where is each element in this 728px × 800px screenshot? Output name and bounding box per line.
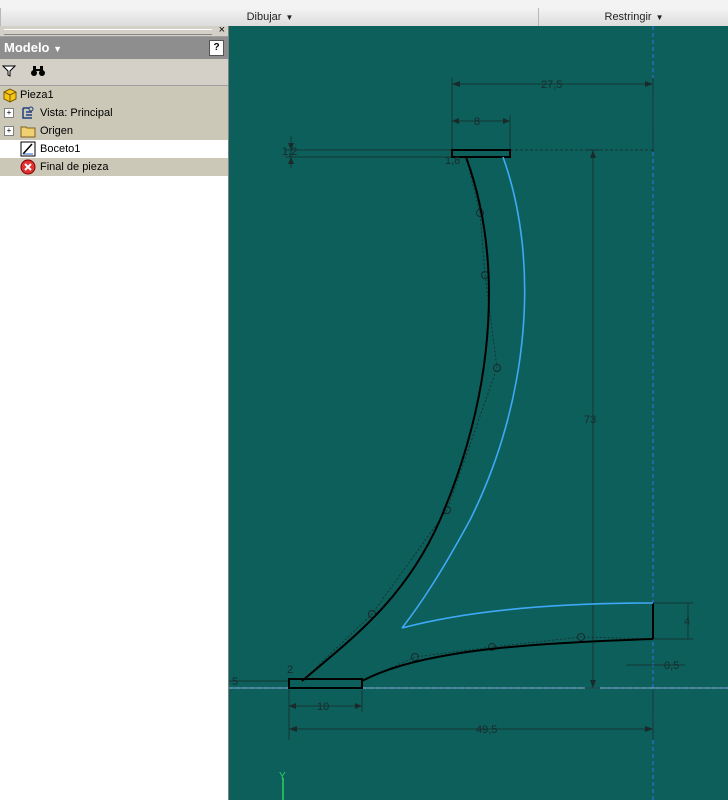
chevron-down-icon: ▼	[655, 13, 664, 22]
grip-lines	[4, 29, 212, 35]
chevron-down-icon: ▼	[53, 44, 63, 54]
dimension-right-offset[interactable]: 0,5	[664, 660, 679, 672]
model-browser-panel: × Modelo ▼ ? Pieza1 + Vista: Principal +	[0, 24, 229, 800]
dimension-right-thickness[interactable]: 4	[684, 616, 690, 628]
tree-item-pieza1[interactable]: Pieza1	[0, 86, 228, 104]
y-axis-label: Y	[279, 771, 286, 782]
browser-tree: Pieza1 + Vista: Principal + Origen Bocet…	[0, 86, 228, 176]
tree-item-label: Vista: Principal	[40, 107, 113, 119]
binoculars-icon[interactable]	[30, 64, 46, 80]
dimension-bottom-small[interactable]: 2	[287, 664, 293, 676]
ribbon-group-dibujar[interactable]: Dibujar ▼	[0, 8, 539, 26]
browser-toolbar	[0, 59, 228, 86]
dimension-bottom-width[interactable]: 10	[317, 701, 329, 713]
tree-item-vista-principal[interactable]: + Vista: Principal	[0, 104, 228, 122]
ribbon-panel-bar: Dibujar ▼ Restringir ▼	[0, 8, 728, 27]
tree-item-label: Pieza1	[20, 89, 54, 101]
browser-title: Modelo	[4, 40, 50, 55]
graphics-canvas[interactable]: 27,5 8 1,2 1,8 73 4 0,5 2 10 5 49,5 Y	[229, 26, 728, 800]
dimension-top-width[interactable]: 27,5	[541, 79, 562, 91]
panel-grip[interactable]: ×	[0, 24, 228, 37]
dimension-top-small[interactable]: 1,8	[445, 155, 460, 167]
filter-icon[interactable]	[1, 64, 17, 80]
dimension-arrowheads	[288, 81, 653, 732]
close-icon[interactable]: ×	[219, 24, 225, 36]
browser-title-menu[interactable]: Modelo ▼ ?	[0, 37, 228, 59]
construction-spline-bottom	[361, 636, 654, 682]
projected-profile	[401, 156, 654, 629]
tree-item-origen[interactable]: + Origen	[0, 122, 228, 140]
expand-icon[interactable]: +	[4, 108, 14, 118]
construction-spline-outer	[301, 156, 498, 682]
help-icon[interactable]: ?	[209, 40, 224, 56]
end-of-part-icon	[20, 159, 36, 181]
ribbon-group-label: Restringir	[604, 11, 652, 23]
dimension-left-small[interactable]: 5	[232, 676, 238, 688]
sketch-drawing[interactable]: 27,5 8 1,2 1,8 73 4 0,5 2 10 5 49,5 Y	[229, 26, 728, 800]
dimension-top-thickness[interactable]: 1,2	[282, 146, 297, 158]
tree-item-final-de-pieza[interactable]: Final de pieza	[0, 158, 228, 176]
tree-item-label: Boceto1	[40, 143, 81, 155]
ribbon-group-label: Dibujar	[246, 11, 282, 23]
spline-control-points	[368, 209, 585, 661]
dimension-height[interactable]: 73	[584, 414, 596, 426]
sketch-profile[interactable]	[288, 149, 654, 689]
tree-item-label: Origen	[40, 125, 74, 137]
tree-item-boceto1[interactable]: Boceto1	[0, 140, 228, 158]
tree-item-label: Final de pieza	[40, 161, 109, 173]
dimension-top-offset[interactable]: 8	[474, 116, 480, 128]
ribbon-group-restringir[interactable]: Restringir ▼	[538, 8, 728, 26]
chevron-down-icon: ▼	[285, 13, 294, 22]
dimension-total-width[interactable]: 49,5	[476, 724, 497, 736]
expand-icon[interactable]: +	[4, 126, 14, 136]
